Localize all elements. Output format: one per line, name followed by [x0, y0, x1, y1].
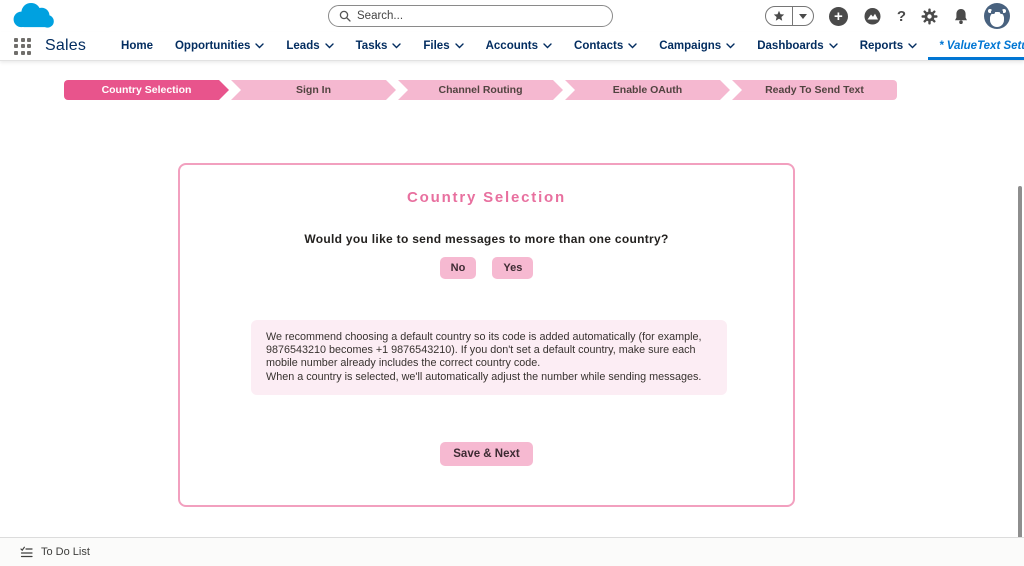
nav-tab-label: Leads	[286, 40, 319, 52]
chevron-down-icon[interactable]	[543, 43, 552, 49]
nav-tab-label: Accounts	[486, 40, 538, 52]
nav-tab-opportunities[interactable]: Opportunities	[164, 32, 275, 60]
nav-tab-contacts[interactable]: Contacts	[563, 32, 648, 60]
info-text-line: When a country is selected, we'll automa…	[266, 371, 712, 384]
guidance-center-icon[interactable]	[863, 7, 882, 26]
info-text-line: We recommend choosing a default country …	[266, 331, 712, 371]
search-input[interactable]	[357, 10, 602, 22]
app-navigation-bar: Sales Home Opportunities Leads Tasks Fil…	[0, 32, 1024, 61]
app-window: + ?	[0, 0, 1024, 566]
nav-tab-label: Campaigns	[659, 40, 721, 52]
chevron-down-icon[interactable]	[255, 43, 264, 49]
path-step-enable-oauth[interactable]: Enable OAuth	[565, 80, 730, 100]
main-content: Country Selection Sign In Channel Routin…	[0, 61, 1024, 537]
search-icon	[339, 10, 351, 22]
nav-tab-label: Contacts	[574, 40, 623, 52]
nav-tabs: Home Opportunities Leads Tasks Files Acc…	[110, 32, 1024, 60]
user-avatar[interactable]	[984, 3, 1010, 29]
favorites-control[interactable]	[765, 6, 814, 26]
nav-tab-dashboards[interactable]: Dashboards	[746, 32, 848, 60]
chevron-down-icon[interactable]	[325, 43, 334, 49]
nav-tab-label: Reports	[860, 40, 903, 52]
nav-tab-leads[interactable]: Leads	[275, 32, 344, 60]
chevron-down-icon[interactable]	[908, 43, 917, 49]
notifications-bell-icon[interactable]	[953, 8, 969, 25]
chevron-down-icon[interactable]	[392, 43, 401, 49]
utility-bar: To Do List	[0, 537, 1024, 566]
nav-tab-tasks[interactable]: Tasks	[345, 32, 413, 60]
nav-tab-label: Home	[121, 40, 153, 52]
nav-tab-valuetext-setup[interactable]: * ValueText Setup ×	[928, 32, 1024, 60]
setup-progress-path: Country Selection Sign In Channel Routin…	[64, 80, 897, 100]
vertical-scrollbar[interactable]	[1018, 186, 1022, 566]
nav-tab-reports[interactable]: Reports	[849, 32, 928, 60]
nav-tab-accounts[interactable]: Accounts	[475, 32, 563, 60]
nav-tab-campaigns[interactable]: Campaigns	[648, 32, 746, 60]
nav-tab-label: Dashboards	[757, 40, 823, 52]
no-button[interactable]: No	[440, 257, 477, 279]
chevron-down-icon[interactable]	[726, 43, 735, 49]
salesforce-cloud-logo	[8, 1, 56, 32]
global-search[interactable]	[328, 5, 613, 27]
path-step-channel-routing[interactable]: Channel Routing	[398, 80, 563, 100]
country-selection-card: Country Selection Would you like to send…	[178, 163, 795, 507]
help-icon[interactable]: ?	[897, 8, 906, 25]
chevron-down-icon[interactable]	[829, 43, 838, 49]
country-question-label: Would you like to send messages to more …	[180, 232, 793, 246]
global-actions-plus-icon[interactable]: +	[829, 7, 848, 26]
path-step-sign-in[interactable]: Sign In	[231, 80, 396, 100]
chevron-down-icon[interactable]	[628, 43, 637, 49]
todo-list-icon	[20, 546, 33, 558]
nav-tab-label: * ValueText Setup	[939, 40, 1024, 52]
nav-tab-label: Opportunities	[175, 40, 250, 52]
nav-tab-label: Files	[423, 40, 449, 52]
favorites-caret-icon[interactable]	[792, 7, 813, 25]
yes-button[interactable]: Yes	[492, 257, 533, 279]
yes-no-button-group: No Yes	[180, 257, 793, 279]
page-title: Country Selection	[180, 189, 793, 206]
recommendation-info-box: We recommend choosing a default country …	[251, 320, 727, 395]
save-next-button[interactable]: Save & Next	[440, 442, 532, 466]
chevron-down-icon[interactable]	[455, 43, 464, 49]
nav-tab-files[interactable]: Files	[412, 32, 474, 60]
nav-tab-label: Tasks	[356, 40, 388, 52]
nav-tab-home[interactable]: Home	[110, 32, 164, 60]
setup-gear-icon[interactable]	[921, 8, 938, 25]
favorites-star-icon[interactable]	[766, 7, 792, 25]
path-step-country-selection[interactable]: Country Selection	[64, 80, 229, 100]
app-launcher-icon[interactable]	[14, 38, 31, 55]
todo-list-button[interactable]: To Do List	[41, 546, 90, 558]
global-header: + ?	[0, 0, 1024, 32]
app-name: Sales	[45, 37, 86, 55]
path-step-ready-to-send-text[interactable]: Ready To Send Text	[732, 80, 897, 100]
